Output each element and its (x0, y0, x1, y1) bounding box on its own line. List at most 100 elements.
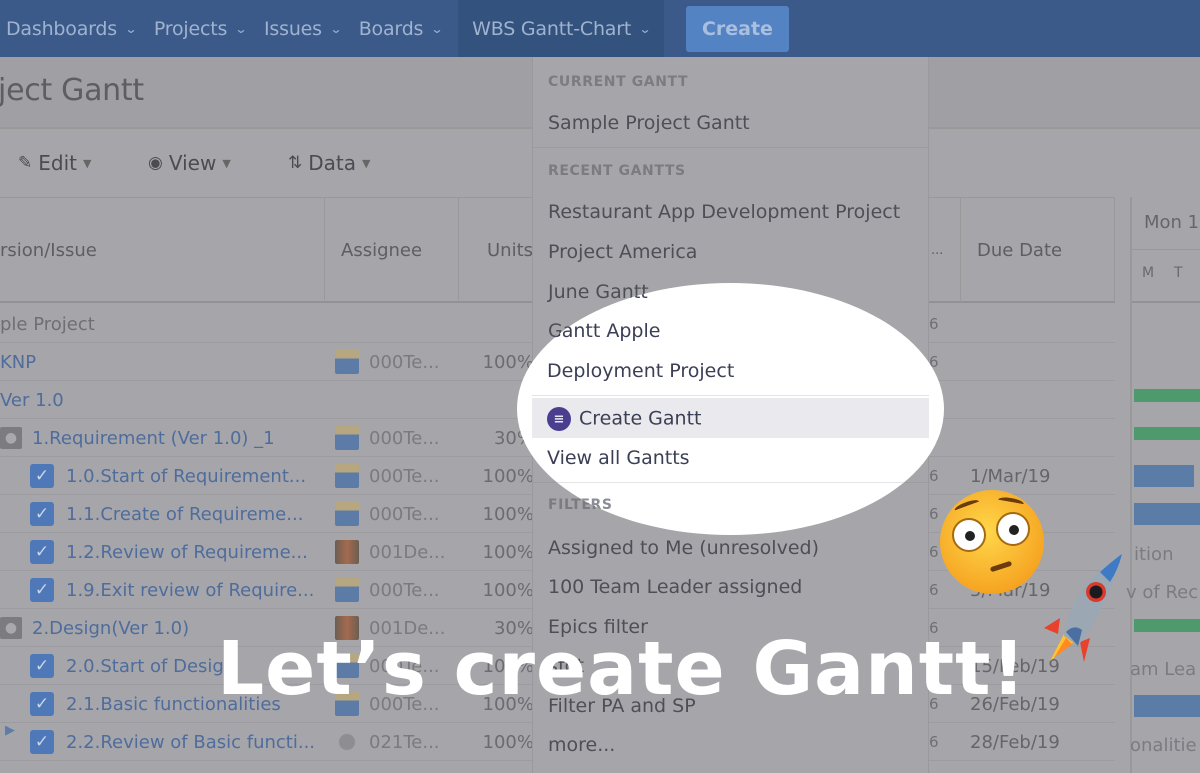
data-label: Data (308, 151, 357, 175)
menu-item-recent-gantt[interactable]: Deployment Project (547, 360, 734, 382)
gantt-bar[interactable] (1134, 695, 1200, 717)
menu-item-filter-label: more... (548, 734, 616, 756)
menu-item-filter[interactable]: more... (548, 734, 615, 756)
assignee-name[interactable]: 000Te... (369, 466, 440, 487)
nav-wbs-gantt-chart-label: WBS Gantt-Chart (472, 17, 632, 40)
nav-boards[interactable]: Boards ⌄ (353, 0, 454, 57)
highlight-spotlight: CURRENT GANTTSample Project GanttRECENT … (517, 283, 944, 535)
issue-link[interactable]: 2.Design(Ver 1.0) (32, 618, 189, 639)
assignee-name[interactable]: 021Te... (369, 732, 440, 753)
cell-due-date (970, 419, 1115, 457)
issue-link[interactable]: 1.0.Start of Requirement... (66, 466, 306, 487)
nav-issues[interactable]: Issues ⌄ (258, 0, 353, 57)
gantt-bar[interactable] (1134, 427, 1200, 440)
create-button[interactable]: Create (685, 5, 789, 52)
nav-projects[interactable]: Projects ⌄ (148, 0, 258, 57)
cell-units: 100% (482, 541, 534, 563)
menu-item-recent-gantt[interactable]: Restaurant App Development Project (548, 201, 900, 223)
face-pupil (1009, 525, 1019, 535)
column-header-issue[interactable]: rsion/Issue (0, 198, 325, 302)
issue-link[interactable]: KNP (0, 352, 36, 373)
view-menu-button[interactable]: ◉ View ▼ (148, 151, 231, 175)
cell-due-date: 28/Feb/19 (970, 731, 1060, 753)
assignee-name[interactable]: 000Te... (369, 352, 440, 373)
cell-issue: ✓ 2.2.Review of Basic functi... (30, 723, 325, 761)
issue-link[interactable]: 1.2.Review of Requireme... (66, 542, 308, 563)
timeline-day-monday: M (1142, 265, 1155, 281)
checkbox-checked-icon[interactable]: ✓ (30, 730, 54, 754)
nav-dashboards-label: Dashboards (6, 17, 117, 40)
menu-heading-filters-label: FILTERS (547, 497, 613, 513)
nav-projects-label: Projects (153, 17, 228, 40)
nav-issues-label: Issues (264, 17, 322, 40)
gantt-bar[interactable] (1134, 389, 1200, 402)
sort-arrows-icon: ⇅ (288, 153, 303, 173)
cell-assignee: 000Te... (335, 343, 459, 381)
checkbox-checked-icon[interactable]: ✓ (30, 578, 54, 602)
menu-item-create-gantt[interactable]: ≡ Create Gantt (547, 407, 701, 431)
issue-link[interactable]: 2.0.Start of Desig (66, 656, 224, 677)
rocket-fin (1044, 618, 1060, 634)
gantt-bar[interactable] (1134, 619, 1200, 632)
menu-item-recent-gantt-label: Gantt Apple (547, 320, 661, 342)
cell-assignee (335, 305, 459, 343)
avatar (335, 350, 359, 374)
avatar (335, 464, 359, 488)
gantt-bar[interactable] (1134, 465, 1194, 487)
menu-item-filter[interactable]: Assigned to Me (unresolved) (548, 537, 819, 559)
gantt-bar[interactable] (1134, 503, 1200, 525)
group-folder-icon[interactable]: ● (0, 427, 22, 449)
avatar (335, 502, 359, 526)
chevron-down-icon: ⌄ (329, 21, 343, 36)
caret-down-icon: ▼ (82, 156, 92, 170)
avatar (335, 578, 359, 602)
menu-item-recent-gantt[interactable]: Project America (548, 241, 697, 263)
page-title: oject Gantt (0, 73, 144, 108)
rocket-window (1089, 585, 1103, 599)
assignee-name[interactable]: 001De... (369, 542, 445, 563)
edit-menu-button[interactable]: ✎ Edit ▼ (18, 151, 91, 175)
checkbox-checked-icon[interactable]: ✓ (30, 654, 54, 678)
menu-item-recent-gantt-label: Deployment Project (547, 360, 735, 382)
gantt-logo-icon: ≡ (547, 407, 571, 431)
checkbox-checked-icon[interactable]: ✓ (30, 692, 54, 716)
menu-heading-recent-gantts-label: RECENT GANTTS (548, 163, 686, 179)
issue-link[interactable]: 1.9.Exit review of Require... (66, 580, 314, 601)
issue-link[interactable]: 2.2.Review of Basic functi... (66, 732, 315, 753)
rocket-emoji-icon (1044, 554, 1122, 662)
menu-item-recent-gantt[interactable]: June Gantt (547, 283, 648, 303)
menu-item-view-all-gantts[interactable]: View all Gantts (547, 447, 690, 469)
cell-issue: ✓ 1.0.Start of Requirement... (30, 457, 325, 495)
cell-assignee: 000Te... (335, 457, 459, 495)
overlay-caption: Let’s create Gantt! (217, 626, 1027, 712)
nav-dashboards[interactable]: Dashboards ⌄ (0, 0, 148, 57)
cell-assignee: 000Te... (335, 419, 459, 457)
checkbox-checked-icon[interactable]: ✓ (30, 502, 54, 526)
issue-link[interactable]: 1.Requirement (Ver 1.0) _1 (32, 428, 275, 449)
menu-item-filter-label: Assigned to Me (unresolved) (548, 537, 819, 559)
menu-separator (532, 395, 929, 396)
nav-wbs-gantt-chart[interactable]: WBS Gantt-Chart ⌄ (458, 0, 664, 57)
gantt-bar-label: onalitie (1130, 735, 1197, 756)
issue-link[interactable]: Ver 1.0 (0, 390, 64, 411)
checkbox-checked-icon[interactable]: ✓ (30, 464, 54, 488)
menu-heading-current-gantt: CURRENT GANTT (548, 74, 688, 90)
assignee-name[interactable]: 000Te... (369, 428, 440, 449)
column-header-assignee[interactable]: Assignee (325, 198, 459, 302)
cell-truncated: 6 (929, 581, 939, 599)
column-header-due-date[interactable]: Due Date (961, 198, 1115, 302)
data-menu-button[interactable]: ⇅ Data ▼ (288, 151, 370, 175)
menu-item-current-gantt[interactable]: Sample Project Gantt (548, 112, 750, 134)
menu-item-filter[interactable]: 100 Team Leader assigned (548, 576, 802, 598)
group-folder-icon[interactable]: ● (0, 617, 22, 639)
menu-item-recent-gantt[interactable]: Gantt Apple (547, 320, 660, 342)
issue-link[interactable]: 1.1.Create of Requireme... (66, 504, 303, 525)
checkbox-checked-icon[interactable]: ✓ (30, 540, 54, 564)
issue-link[interactable]: ple Project (0, 314, 95, 335)
cell-assignee: 001De... (335, 533, 459, 571)
assignee-name[interactable]: 000Te... (369, 504, 440, 525)
expand-arrow-icon[interactable]: ▶ (5, 723, 15, 738)
assignee-name[interactable]: 000Te... (369, 580, 440, 601)
chevron-down-icon: ⌄ (234, 21, 248, 36)
chevron-down-icon: ⌄ (638, 21, 652, 36)
